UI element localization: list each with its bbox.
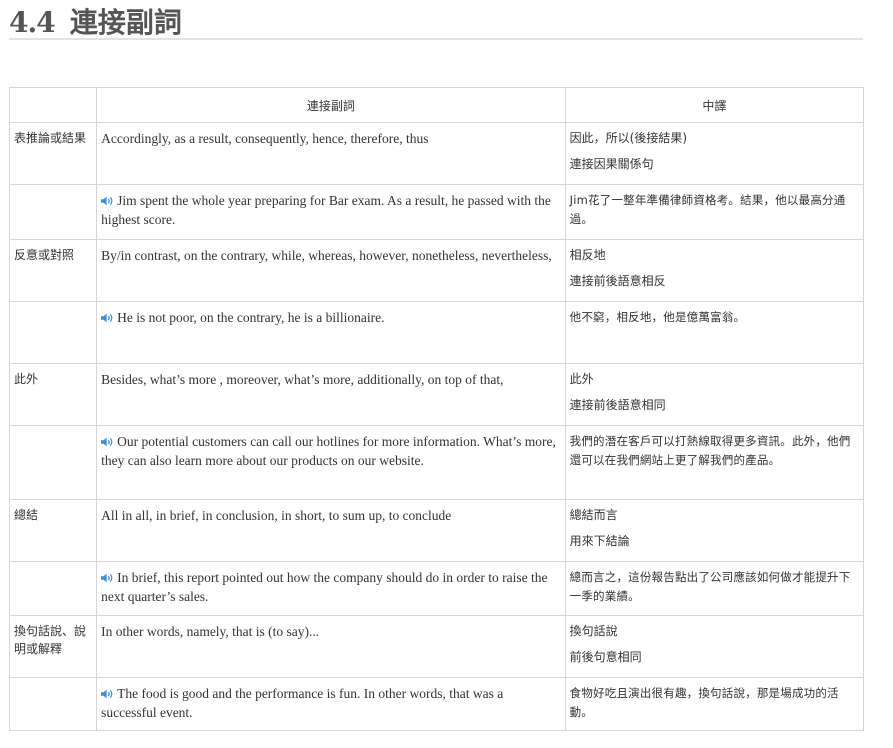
adverb-list: In other words, namely, that is (to say)… <box>101 624 320 639</box>
example-zh-text: 我們的潛在客戶可以打熱線取得更多資訊。此外，他們還可以在我們網站上更了解我們的產… <box>569 434 851 467</box>
example-zh-cell: 他不窮，相反地，他是億萬富翁。 <box>564 301 865 364</box>
example-en-text: Our potential customers can call our hot… <box>101 434 556 468</box>
words-cell: All in all, in brief, in conclusion, in … <box>96 499 566 562</box>
table-header-row: 連接副詞 中譯 <box>8 87 865 123</box>
section-number: 4.4 <box>9 6 56 39</box>
meaning-cell: 此外連接前後語意相同 <box>564 363 865 426</box>
speaker-audio-icon[interactable] <box>101 313 115 323</box>
example-row: He is not poor, on the contrary, he is a… <box>8 301 865 364</box>
conjunctive-adverbs-table: 連接副詞 中譯 表推論或結果 Accordingly, as a result,… <box>8 87 865 731</box>
category-cell: 此外 <box>8 363 98 426</box>
example-zh-text: 食物好吃且演出很有趣，換句話說，那是場成功的活動。 <box>569 686 839 719</box>
words-cell: In other words, namely, that is (to say)… <box>96 615 566 678</box>
meaning-cell: 總結而言 用來下結論 <box>564 499 865 562</box>
words-cell: Accordingly, as a result, consequently, … <box>96 122 566 185</box>
category-cell: 反意或對照 <box>8 239 98 302</box>
example-en-cell: In brief, this report pointed out how th… <box>96 561 566 616</box>
example-row: The food is good and the performance is … <box>8 677 865 731</box>
empty-cell <box>8 677 98 731</box>
category-label: 反意或對照 <box>14 248 75 262</box>
meaning-text: 相反地 <box>569 248 606 262</box>
category-cell: 表推論或結果 <box>8 122 98 185</box>
example-zh-text: Jim花了一整年準備律師資格考。結果，他以最高分通過。 <box>569 193 846 226</box>
example-zh-cell: 食物好吃且演出很有趣，換句話說，那是場成功的活動。 <box>564 677 865 731</box>
header-english: 連接副詞 <box>96 87 566 123</box>
category-label: 換句話說、說明或解釋 <box>14 624 87 656</box>
example-zh-cell: 我們的潛在客戶可以打熱線取得更多資訊。此外，他們還可以在我們網站上更了解我們的產… <box>564 425 865 500</box>
title-divider <box>9 38 863 40</box>
header-category <box>8 87 98 123</box>
example-en-text: In brief, this report pointed out how th… <box>101 570 548 604</box>
example-zh-text: 總而言之，這份報告點出了公司應該如何做才能提升下一季的業績。 <box>569 570 851 603</box>
example-en-text: The food is good and the performance is … <box>101 686 504 720</box>
usage-text: 連接前後語意相同 <box>569 398 666 412</box>
words-cell: By/in contrast, on the contrary, while, … <box>96 239 566 302</box>
usage-text: 連接前後語意相反 <box>569 274 666 288</box>
category-label: 此外 <box>14 372 39 386</box>
usage-text: 連接因果關係句 <box>569 157 654 171</box>
table-row: 換句話說、說明或解釋 In other words, namely, that … <box>8 615 865 678</box>
empty-cell <box>8 561 98 616</box>
speaker-audio-icon[interactable] <box>101 437 115 447</box>
usage-text: 用來下結論 <box>569 534 630 548</box>
category-label: 總結 <box>14 508 39 522</box>
adverb-list: All in all, in brief, in conclusion, in … <box>101 508 452 523</box>
adverb-list: By/in contrast, on the contrary, while, … <box>101 248 552 263</box>
meaning-text: 因此，所以(後接結果) <box>569 131 688 145</box>
example-zh-cell: Jim花了一整年準備律師資格考。結果，他以最高分通過。 <box>564 184 865 240</box>
empty-cell <box>8 301 98 364</box>
section-title: 連接副詞 <box>69 6 182 39</box>
meaning-text: 換句話說 <box>569 624 618 638</box>
header-chinese: 中譯 <box>564 87 865 123</box>
example-en-text: He is not poor, on the contrary, he is a… <box>117 310 385 325</box>
meaning-text: 此外 <box>569 372 594 386</box>
category-cell: 換句話說、說明或解釋 <box>8 615 98 678</box>
example-en-cell: Our potential customers can call our hot… <box>96 425 566 500</box>
meaning-cell: 因此，所以(後接結果) 連接因果關係句 <box>564 122 865 185</box>
example-row: Our potential customers can call our hot… <box>8 425 865 500</box>
speaker-audio-icon[interactable] <box>101 573 115 583</box>
table-row: 此外 Besides, what’s more , moreover, what… <box>8 363 865 426</box>
example-en-text: Jim spent the whole year preparing for B… <box>101 193 551 227</box>
page-title: 4.4 連接副詞 <box>9 2 182 40</box>
speaker-audio-icon[interactable] <box>101 689 115 699</box>
example-en-cell: He is not poor, on the contrary, he is a… <box>96 301 566 364</box>
example-row: Jim spent the whole year preparing for B… <box>8 184 865 240</box>
category-cell: 總結 <box>8 499 98 562</box>
example-zh-cell: 總而言之，這份報告點出了公司應該如何做才能提升下一季的業績。 <box>564 561 865 616</box>
words-cell: Besides, what’s more , moreover, what’s … <box>96 363 566 426</box>
speaker-audio-icon[interactable] <box>101 196 115 206</box>
meaning-cell: 換句話說前後句意相同 <box>564 615 865 678</box>
adverb-list: Accordingly, as a result, consequently, … <box>101 131 429 146</box>
adverb-list: Besides, what’s more , moreover, what’s … <box>101 372 504 387</box>
table-row: 表推論或結果 Accordingly, as a result, consequ… <box>8 122 865 185</box>
example-en-cell: The food is good and the performance is … <box>96 677 566 731</box>
example-zh-text: 他不窮，相反地，他是億萬富翁。 <box>569 310 746 324</box>
category-label: 表推論或結果 <box>14 131 87 145</box>
usage-text: 前後句意相同 <box>569 650 642 664</box>
meaning-text: 總結而言 <box>569 508 618 522</box>
meaning-cell: 相反地連接前後語意相反 <box>564 239 865 302</box>
empty-cell <box>8 425 98 500</box>
empty-cell <box>8 184 98 240</box>
table-row: 總結 All in all, in brief, in conclusion, … <box>8 499 865 562</box>
example-en-cell: Jim spent the whole year preparing for B… <box>96 184 566 240</box>
example-row: In brief, this report pointed out how th… <box>8 561 865 616</box>
table-row: 反意或對照 By/in contrast, on the contrary, w… <box>8 239 865 302</box>
